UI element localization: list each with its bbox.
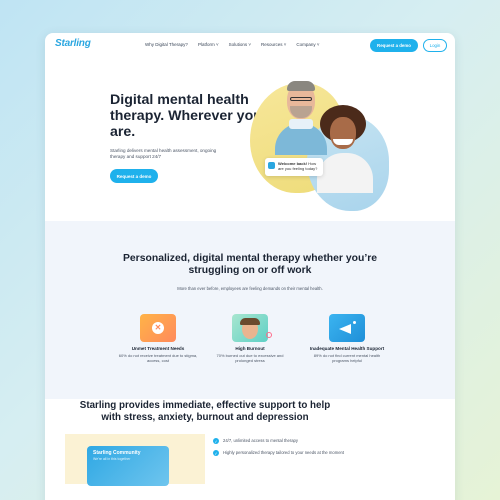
benefit-text: Highly personalized therapy tailored to … bbox=[223, 450, 345, 455]
nav-link-platform[interactable]: Platform ˅ bbox=[198, 42, 219, 47]
nav-link-solutions[interactable]: Solutions ˅ bbox=[229, 42, 251, 47]
feature-high-burnout: High Burnout 70% burned out due to exces… bbox=[210, 314, 290, 364]
hero-photo-woman bbox=[315, 105, 385, 215]
nav-link-resources[interactable]: Resources ˅ bbox=[261, 42, 286, 47]
starling-logo[interactable]: Starling bbox=[55, 38, 91, 49]
nav-link-company[interactable]: Company ˅ bbox=[296, 42, 319, 47]
support-section-title: Starling provides immediate, effective s… bbox=[79, 400, 331, 423]
feature-description: 60% do not receive treatment due to stig… bbox=[118, 353, 198, 364]
nav-link-why-digital-therapy[interactable]: Why Digital Therapy? bbox=[145, 42, 188, 47]
feature-title: Inadequate Mental Health Support bbox=[309, 346, 385, 351]
benefit-item: ✓ 24/7, unlimited access to mental thera… bbox=[213, 438, 373, 444]
request-demo-button[interactable]: Request a demo bbox=[370, 39, 418, 52]
benefit-text: 24/7, unlimited access to mental therapy bbox=[223, 438, 298, 443]
problem-section-title: Personalized, digital mental therapy whe… bbox=[122, 253, 378, 276]
community-card-subtitle: We're all in this together bbox=[93, 457, 131, 461]
megaphone-icon bbox=[329, 314, 365, 342]
top-nav: Starling Why Digital Therapy? Platform ˅… bbox=[45, 33, 455, 59]
stressed-person-icon bbox=[232, 314, 272, 342]
check-icon: ✓ bbox=[213, 438, 219, 444]
feature-description: 70% burned out due to excessive and prol… bbox=[216, 353, 284, 364]
hero-request-demo-button[interactable]: Request a demo bbox=[110, 169, 158, 183]
welcome-back-chat-bubble: Welcome back! How are you feeling today? bbox=[265, 158, 323, 176]
feature-unmet-treatment-needs: ✕ Unmet Treatment Needs 60% do not recei… bbox=[118, 314, 198, 364]
login-button[interactable]: Login bbox=[423, 39, 447, 52]
starling-bird-icon bbox=[268, 162, 275, 169]
landing-page: Starling Why Digital Therapy? Platform ˅… bbox=[45, 33, 455, 500]
community-card-title: Starling Community bbox=[93, 450, 141, 456]
x-icon: ✕ bbox=[140, 314, 176, 342]
community-illustration: Starling Community We're all in this tog… bbox=[65, 434, 205, 486]
feature-inadequate-support: Inadequate Mental Health Support 89% do … bbox=[307, 314, 387, 364]
feature-title: Unmet Treatment Needs bbox=[131, 346, 185, 351]
feature-description: 89% do not find current mental health pr… bbox=[313, 353, 381, 364]
hero-subtitle: Starling delivers mental health assessme… bbox=[110, 148, 217, 160]
feature-title: High Burnout bbox=[235, 346, 265, 351]
problem-section: Personalized, digital mental therapy whe… bbox=[45, 221, 455, 399]
community-card: Starling Community We're all in this tog… bbox=[87, 446, 169, 486]
benefit-list: ✓ 24/7, unlimited access to mental thera… bbox=[213, 438, 373, 462]
nav-links: Why Digital Therapy? Platform ˅ Solution… bbox=[145, 42, 320, 47]
check-icon: ✓ bbox=[213, 450, 219, 456]
benefit-item: ✓ Highly personalized therapy tailored t… bbox=[213, 450, 373, 456]
hero-title: Digital mental health therapy. Wherever … bbox=[110, 92, 262, 140]
problem-section-subtitle: More than ever before, employees are fee… bbox=[177, 286, 323, 291]
